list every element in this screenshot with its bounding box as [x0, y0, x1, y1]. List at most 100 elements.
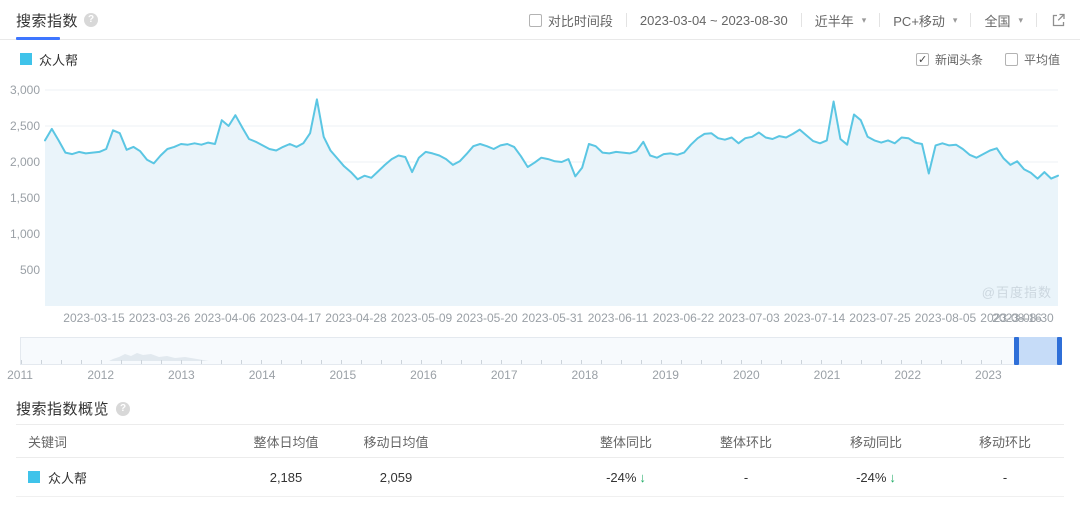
divider: [1036, 13, 1037, 27]
device-dropdown[interactable]: PC+移动 ▾: [893, 11, 957, 30]
period-value: 近半年: [814, 13, 854, 29]
divider: [879, 13, 881, 27]
year-label: 2023: [975, 368, 1002, 382]
page-title: 搜索指数: [16, 12, 79, 30]
x-tick-label: 2023-08-05: [914, 311, 977, 325]
divider: [970, 13, 972, 27]
selection-handle-left[interactable]: [1014, 337, 1019, 365]
x-tick-label: 2023-07-25: [849, 311, 911, 325]
help-icon[interactable]: ?: [84, 13, 99, 27]
column-header: 整体日均值: [253, 434, 319, 450]
trend-down-icon: ↓: [889, 469, 896, 485]
mobile-avg-cell: 2,059: [379, 469, 413, 485]
year-label: 2016: [410, 368, 437, 382]
column-header: 移动环比: [978, 434, 1031, 450]
x-axis-labels: 2023-03-15 2023-03-26 2023-04-06 2023-04-17…: [0, 311, 1080, 327]
period-dropdown[interactable]: 近半年 ▾: [815, 11, 867, 30]
divider: [800, 13, 802, 27]
table-row: 众人帮 2,185 2,059 -24% ↓ - -24% ↓ -: [16, 458, 1064, 497]
year-label: 2021: [813, 368, 841, 382]
region-dropdown[interactable]: 全国 ▾: [984, 11, 1023, 30]
year-label: 2019: [652, 368, 679, 382]
legend-option-0[interactable]: 新闻头条: [915, 51, 983, 68]
keyword-name: 众人帮: [48, 470, 88, 486]
compare-period-label: 对比时间段: [547, 13, 613, 29]
year-label: 2022: [894, 368, 922, 382]
device-value: PC+移动: [893, 13, 945, 29]
x-tick-label: 2023-03-15: [63, 311, 125, 325]
year-label: 2018: [571, 368, 599, 382]
svg-text:3,000: 3,000: [10, 84, 40, 97]
baidu-index-page: 搜索指数 ? 对比时间段 2023-03-04 ~ 2023-08-30 近半年…: [0, 0, 1080, 508]
tab-search-index[interactable]: 搜索指数 ?: [16, 0, 99, 40]
active-tab-underline: [16, 37, 60, 40]
x-tick-label: 2023-07-14: [783, 311, 846, 325]
mobile-mom-cell: -: [1002, 469, 1008, 485]
x-tick-label: 2023-05-09: [390, 311, 453, 325]
table-header-row: 关键词 整体日均值 移动日均值 整体同比 整体环比 移动同比 移动环比: [16, 424, 1064, 458]
x-tick-label: 2023-03-26: [128, 311, 191, 325]
compare-checkbox-icon[interactable]: [528, 13, 542, 27]
legend-options: 新闻头条 平均值: [915, 51, 1060, 68]
export-icon[interactable]: [1050, 12, 1066, 28]
watermark: @百度指数: [981, 285, 1052, 300]
timeline-scrubber[interactable]: [20, 337, 1062, 365]
year-label: 2014: [248, 368, 276, 382]
help-icon[interactable]: ?: [116, 401, 131, 416]
x-tick-label: 2023-08-30: [992, 311, 1054, 325]
keyword-cell: 众人帮: [16, 468, 236, 487]
x-tick-label: 2023-05-31: [521, 311, 584, 325]
keyword-color-swatch: [28, 471, 40, 483]
x-tick-label: 2023-06-11: [587, 311, 649, 325]
overall-avg-cell: 2,185: [269, 469, 303, 485]
series-name: 众人帮: [39, 52, 79, 68]
date-range-picker[interactable]: 2023-03-04 ~ 2023-08-30: [640, 13, 788, 28]
series-color-swatch: [20, 53, 32, 65]
legend-option-1[interactable]: 平均值: [1004, 51, 1060, 68]
x-tick-label: 2023-06-22: [652, 311, 715, 325]
legend-row: 众人帮 新闻头条 平均值: [20, 48, 1060, 70]
search-index-chart[interactable]: 3,000 2,500 2,000 1,500 1,000 500 @百度指数: [0, 84, 1080, 309]
column-header: 整体环比: [719, 434, 772, 450]
year-label: 2015: [329, 368, 357, 382]
legend-option-label: 平均值: [1023, 52, 1060, 67]
overall-mom-cell: -: [743, 469, 749, 485]
year-label: 2020: [732, 368, 760, 382]
selection-handle-right[interactable]: [1057, 337, 1062, 365]
year-label: 2011: [7, 368, 33, 382]
svg-text:1,000: 1,000: [10, 227, 40, 241]
svg-text:2,000: 2,000: [10, 155, 40, 169]
legend-option-label: 新闻头条: [934, 52, 983, 67]
divider: [625, 13, 627, 27]
header: 搜索指数 ? 对比时间段 2023-03-04 ~ 2023-08-30 近半年…: [0, 0, 1080, 40]
toolbar: 对比时间段 2023-03-04 ~ 2023-08-30 近半年 ▾ PC+移…: [528, 0, 1066, 40]
overview-table: 关键词 整体日均值 移动日均值 整体同比 整体环比 移动同比 移动环比 众人帮 2,185 2,…: [16, 424, 1064, 497]
x-tick-label: 2023-04-06: [194, 311, 256, 325]
x-tick-label: 2023-07-03: [718, 311, 780, 325]
x-tick-label: 2023-04-17: [259, 311, 322, 325]
date-range-value: 2023-03-04 ~ 2023-08-30: [639, 12, 788, 28]
x-tick-label: 2023-05-20: [456, 311, 518, 325]
compare-period-toggle[interactable]: 对比时间段: [528, 11, 613, 30]
mobile-yoy-cell: -24% ↓: [856, 469, 896, 485]
year-label: 2012: [87, 368, 115, 382]
column-header: 整体同比: [599, 434, 652, 450]
year-label: 2017: [490, 368, 518, 382]
timeline-year-labels: 2011 2012 2013 2014 2015 2016 2017 2018 2019 2020…: [0, 368, 1080, 382]
timeline-ticks: [21, 360, 1059, 364]
year-label: 2013: [168, 368, 195, 382]
region-value: 全国: [984, 13, 1011, 29]
svg-text:2,500: 2,500: [10, 119, 40, 133]
chevron-down-icon: ▾: [1018, 14, 1023, 25]
overall-yoy-cell: -24% ↓: [606, 469, 646, 485]
chevron-down-icon: ▾: [952, 14, 958, 25]
x-tick-label: 2023-04-28: [325, 311, 387, 325]
checkbox-icon[interactable]: [1004, 52, 1018, 66]
series-legend[interactable]: 众人帮: [20, 50, 78, 69]
timeline-selection[interactable]: [1014, 337, 1062, 365]
column-header: 移动日均值: [363, 434, 429, 450]
trend-down-icon: ↓: [639, 469, 646, 485]
chevron-down-icon: ▾: [861, 14, 867, 25]
checkbox-checked-icon[interactable]: [915, 52, 929, 66]
overview-title-row: 搜索指数概览 ?: [16, 398, 131, 419]
